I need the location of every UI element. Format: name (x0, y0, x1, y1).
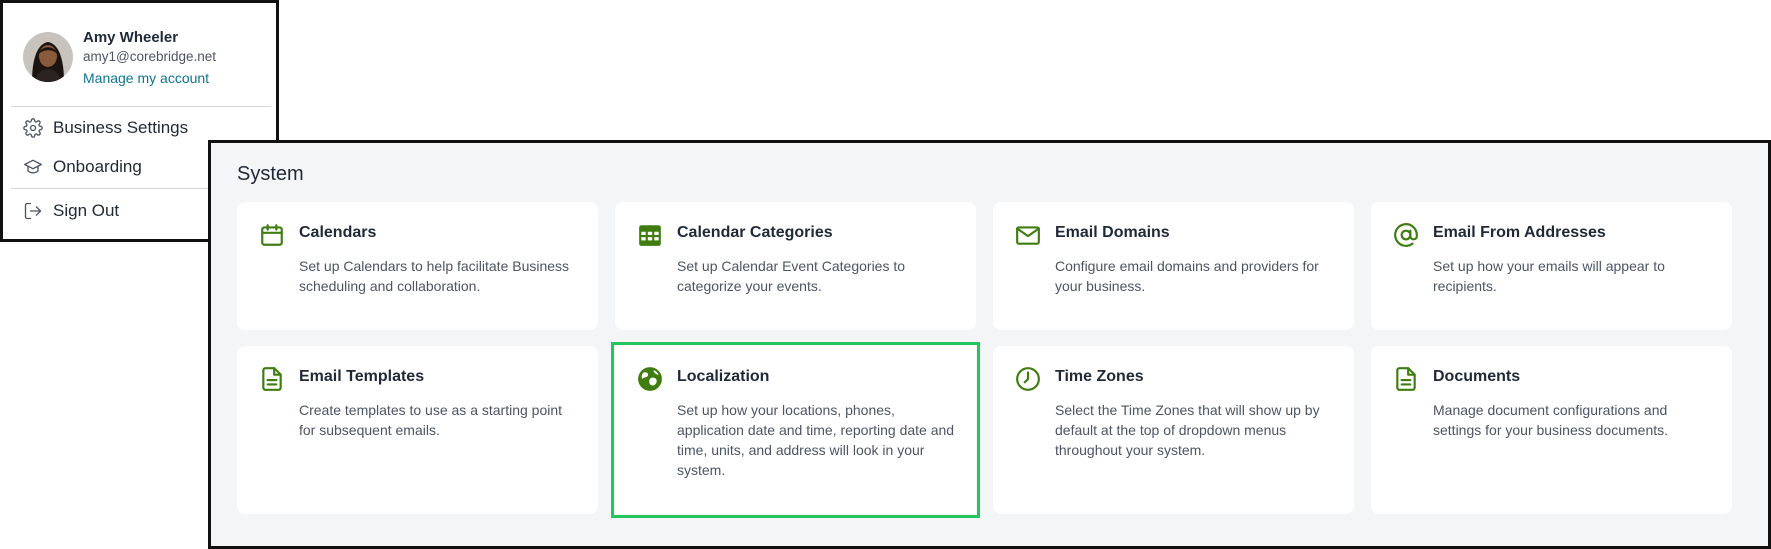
card-calendars[interactable]: Calendars Set up Calendars to help facil… (237, 202, 598, 330)
card-description: Manage document configurations and setti… (1433, 402, 1669, 438)
globe-icon (638, 367, 662, 391)
card-description: Set up Calendars to help facilitate Busi… (299, 258, 570, 294)
card-localization[interactable]: Localization Set up how your locations, … (611, 342, 980, 518)
at-sign-icon (1394, 223, 1418, 247)
card-description: Set up Calendar Event Categories to cate… (677, 258, 906, 294)
avatar[interactable] (23, 32, 73, 82)
card-email-templates[interactable]: Email Templates Create templates to use … (237, 346, 598, 514)
document-icon (262, 367, 282, 391)
menu-item-sign-out[interactable]: Sign Out (23, 199, 119, 223)
card-description: Configure email domains and providers fo… (1055, 258, 1319, 294)
menu-item-label: Business Settings (53, 118, 189, 137)
calendar-icon (261, 224, 283, 246)
card-description: Create templates to use as a starting po… (299, 402, 563, 438)
menu-item-onboarding[interactable]: Onboarding (23, 155, 142, 179)
settings-grid: Calendars Set up Calendars to help facil… (237, 202, 1732, 518)
card-title: Localization (677, 368, 770, 385)
user-name: Amy Wheeler (83, 29, 179, 46)
divider (11, 188, 216, 189)
card-title: Email Domains (1055, 224, 1170, 241)
menu-item-business-settings[interactable]: Business Settings (23, 116, 188, 140)
card-title: Email Templates (299, 368, 425, 385)
document-icon (1396, 367, 1416, 391)
card-title: Calendars (299, 224, 377, 241)
graduation-cap-icon (24, 159, 42, 174)
card-description: Set up how your emails will appear to re… (1433, 258, 1665, 294)
user-email: amy1@corebridge.net (83, 49, 217, 64)
manage-account-link[interactable]: Manage my account (83, 70, 209, 86)
section-title: System (237, 163, 304, 185)
card-email-from-addresses[interactable]: Email From Addresses Set up how your ema… (1371, 202, 1732, 330)
card-description: Select the Time Zones that will show up … (1055, 402, 1320, 458)
card-description: Set up how your locations, phones, appli… (677, 402, 955, 478)
card-time-zones[interactable]: Time Zones Select the Time Zones that wi… (993, 346, 1354, 514)
menu-item-label: Sign Out (53, 201, 120, 220)
clock-icon (1016, 367, 1040, 391)
sign-out-icon (24, 202, 42, 220)
calendar-grid-icon (639, 225, 661, 246)
card-title: Time Zones (1055, 368, 1144, 385)
card-title: Email From Addresses (1433, 224, 1606, 241)
gear-icon (23, 118, 43, 138)
card-title: Calendar Categories (677, 224, 833, 241)
card-calendar-categories[interactable]: Calendar Categories Set up Calendar Even… (615, 202, 976, 330)
card-documents[interactable]: Documents Manage document configurations… (1371, 346, 1732, 514)
card-email-domains[interactable]: Email Domains Configure email domains an… (993, 202, 1354, 330)
system-settings-panel: System Calendars Set up Calendars to hel… (208, 140, 1771, 549)
card-title: Documents (1433, 368, 1521, 385)
menu-item-label: Onboarding (53, 157, 142, 176)
divider (11, 106, 271, 107)
envelope-icon (1016, 226, 1040, 245)
